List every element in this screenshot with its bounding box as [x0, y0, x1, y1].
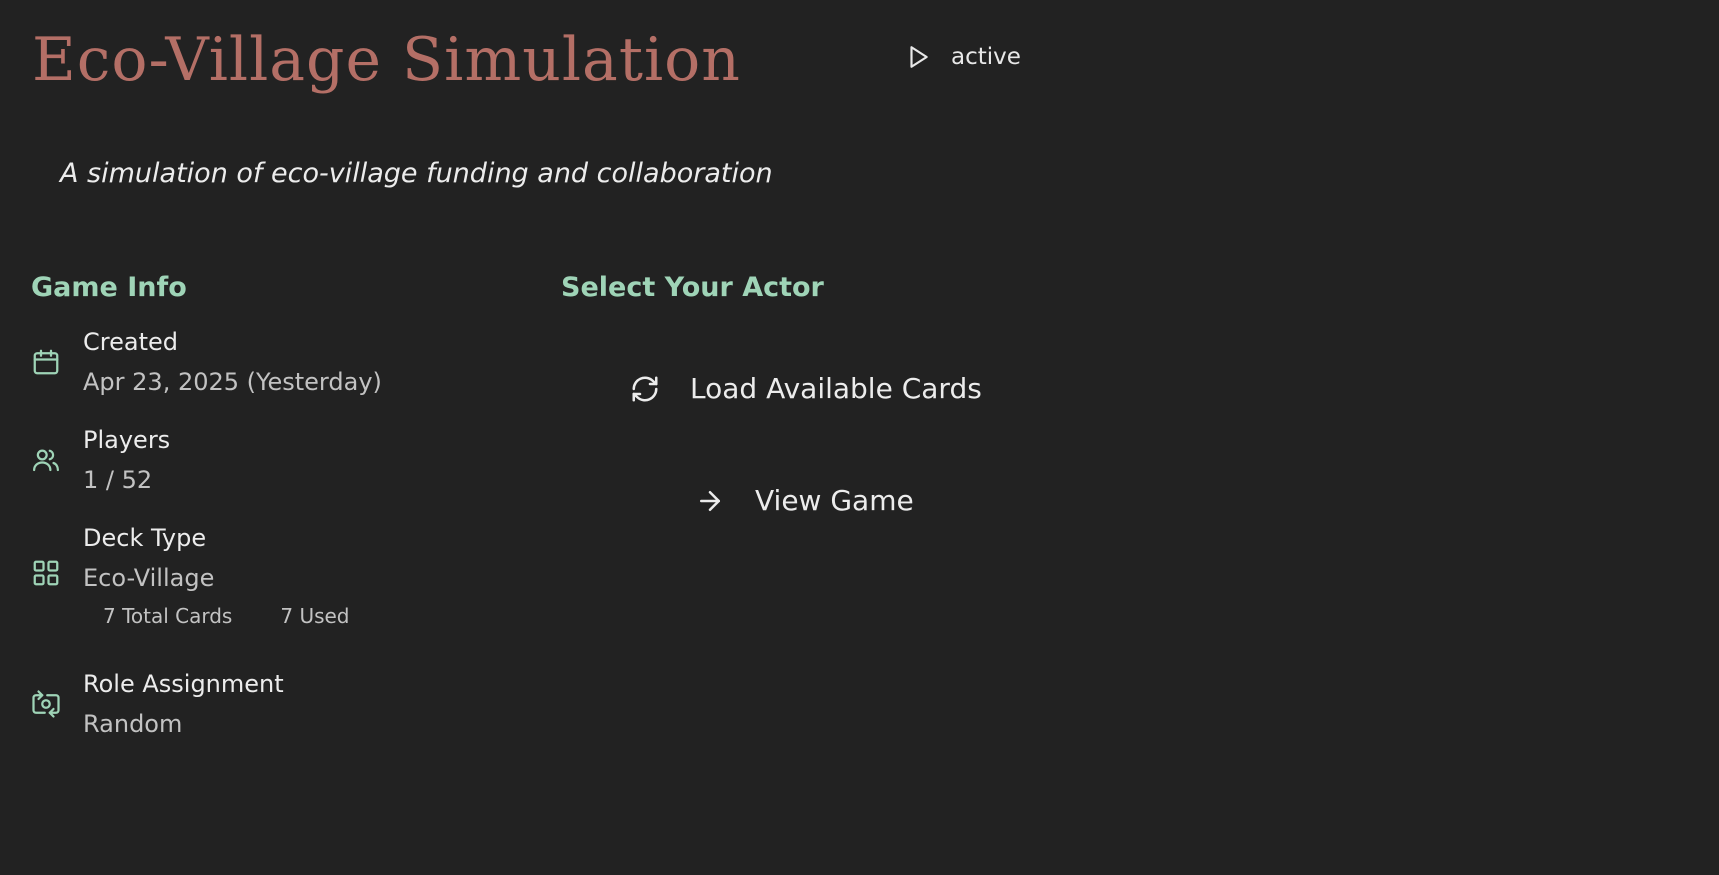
switch-camera-icon	[31, 689, 61, 719]
users-icon	[31, 445, 61, 475]
load-cards-label: Load Available Cards	[690, 372, 982, 405]
game-info-heading: Game Info	[31, 272, 187, 303]
calendar-icon	[31, 347, 61, 377]
grid-icon	[31, 558, 61, 588]
game-status: active	[905, 38, 1021, 76]
page-title: Eco-Village Simulation	[32, 25, 741, 95]
refresh-icon	[630, 374, 660, 404]
deck-used-cards: 7 Used	[280, 604, 350, 628]
role-assignment-value: Random	[83, 710, 183, 738]
players-label: Players	[83, 426, 171, 454]
game-description: A simulation of eco-village funding and …	[60, 158, 773, 189]
view-game-button[interactable]: View Game	[695, 484, 914, 517]
info-created: Created Apr 23, 2025 (Yesterday)	[31, 322, 382, 402]
load-cards-button[interactable]: Load Available Cards	[630, 372, 982, 405]
status-text: active	[951, 44, 1021, 70]
deck-total-cards: 7 Total Cards	[103, 604, 233, 628]
players-value: 1 / 52	[83, 466, 153, 494]
arrow-right-icon	[695, 486, 725, 516]
created-label: Created	[83, 328, 178, 356]
view-game-label: View Game	[755, 484, 914, 517]
deck-stats: 7 Total Cards 7 Used	[103, 604, 350, 628]
deck-type-value: Eco-Village	[83, 564, 215, 592]
deck-type-label: Deck Type	[83, 524, 207, 552]
play-icon	[905, 44, 931, 70]
info-players: Players 1 / 52	[31, 420, 170, 500]
role-assignment-label: Role Assignment	[83, 670, 284, 698]
select-actor-heading: Select Your Actor	[561, 272, 824, 303]
created-value: Apr 23, 2025 (Yesterday)	[83, 368, 382, 396]
info-deck-type: Deck Type Eco-Village 7 Total Cards 7 Us…	[31, 518, 350, 628]
info-role-assignment: Role Assignment Random	[31, 664, 284, 744]
game-detail-page: Eco-Village Simulation active A simulati…	[0, 0, 1719, 875]
